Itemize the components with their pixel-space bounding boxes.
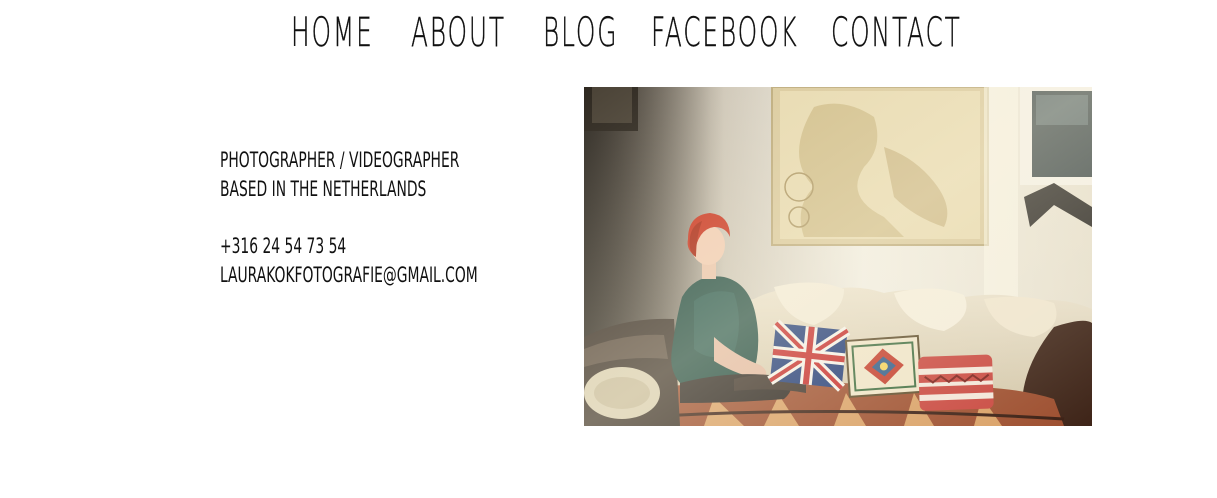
nav-facebook-link[interactable]: FACEBOOK bbox=[651, 8, 798, 58]
main-navigation: HOME ABOUT BLOG FACEBOOK CONTACT bbox=[0, 8, 1217, 58]
featured-photo bbox=[584, 87, 1092, 426]
phone-number: +316 24 54 73 54 bbox=[220, 234, 347, 258]
profession-text: PHOTOGRAPHER / VIDEOGRAPHER bbox=[220, 148, 460, 172]
location-text: BASED IN THE NETHERLANDS bbox=[220, 177, 427, 201]
nav-about-link[interactable]: ABOUT bbox=[411, 8, 506, 58]
photo-illustration bbox=[584, 87, 1092, 426]
nav-blog-link[interactable]: BLOG bbox=[543, 8, 618, 58]
light-leak bbox=[584, 87, 1092, 426]
nav-contact-link[interactable]: CONTACT bbox=[831, 8, 962, 58]
nav-home-link[interactable]: HOME bbox=[291, 8, 374, 58]
contact-info: PHOTOGRAPHER / VIDEOGRAPHER BASED IN THE… bbox=[220, 146, 550, 290]
email-address[interactable]: LAURAKOKFOTOGRAFIE@GMAIL.COM bbox=[220, 261, 478, 290]
